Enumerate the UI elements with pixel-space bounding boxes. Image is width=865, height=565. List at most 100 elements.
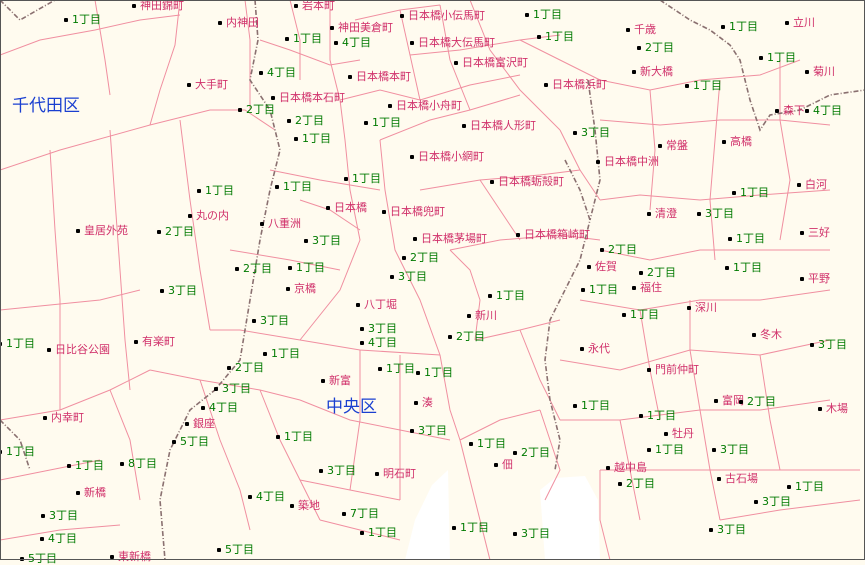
location-marker (785, 21, 789, 25)
location-marker (134, 340, 138, 344)
location-marker (321, 379, 325, 383)
town-label: 千歳 (634, 23, 656, 36)
chome-label: 3丁目 (327, 464, 356, 477)
chome-label: 1丁目 (647, 409, 676, 422)
location-marker (410, 429, 414, 433)
chome-label: 1丁目 (630, 308, 659, 321)
location-marker (800, 277, 804, 281)
chome-label: 4丁目 (342, 36, 371, 49)
chome-label: 3丁目 (720, 443, 749, 456)
location-marker (360, 327, 364, 331)
chome-label: 2丁目 (456, 330, 485, 343)
chome-label: 2丁目 (626, 477, 655, 490)
location-marker (606, 466, 610, 470)
town-label: 日本橋兜町 (390, 205, 445, 218)
location-marker (294, 4, 298, 8)
location-marker (388, 104, 392, 108)
chome-label: 3丁目 (260, 314, 289, 327)
chome-label: 1丁目 (352, 172, 381, 185)
location-marker (76, 491, 80, 495)
chome-label: 2丁目 (647, 266, 676, 279)
town-label: 日本橋大伝馬町 (418, 36, 495, 49)
location-marker (581, 288, 585, 292)
location-marker (805, 70, 809, 74)
location-marker (797, 183, 801, 187)
town-label: 日本橋小舟町 (396, 99, 462, 112)
location-marker (516, 233, 520, 237)
chome-label: 2丁目 (410, 251, 439, 264)
location-marker (172, 440, 176, 444)
town-label: 門前仲町 (655, 363, 699, 376)
location-marker (647, 448, 651, 452)
chome-label: 3丁目 (398, 270, 427, 283)
town-label: 日本橋小網町 (418, 150, 484, 163)
location-marker (805, 109, 809, 113)
location-marker (685, 84, 689, 88)
chome-label: 1丁目 (368, 526, 397, 539)
location-marker (632, 286, 636, 290)
chome-label: 1丁目 (795, 480, 824, 493)
location-marker (41, 514, 45, 518)
chome-label: 3丁目 (312, 234, 341, 247)
chome-label: 2丁目 (747, 395, 776, 408)
town-label: 日本橋本石町 (279, 91, 345, 104)
chome-label: 3丁目 (418, 424, 447, 437)
location-marker (76, 229, 80, 233)
town-label: 新橋 (84, 486, 106, 499)
location-marker (525, 13, 529, 17)
town-label: 佐賀 (595, 260, 617, 273)
chome-label: 4丁目 (48, 532, 77, 545)
location-marker (413, 237, 417, 241)
town-label: 永代 (588, 342, 610, 355)
chome-label: 3丁目 (222, 382, 251, 395)
location-marker (759, 56, 763, 60)
location-marker (400, 14, 404, 18)
town-label: 有楽町 (142, 335, 175, 348)
location-marker (263, 352, 267, 356)
town-label: 日本橋富沢町 (462, 56, 528, 69)
town-label: 冬木 (760, 328, 782, 341)
town-label: 東新橋 (118, 550, 151, 563)
town-label: 日本橋茅場町 (421, 232, 487, 245)
town-label: 平野 (808, 272, 830, 285)
chome-label: 1丁目 (72, 13, 101, 26)
location-marker (188, 214, 192, 218)
chome-label: 1丁目 (736, 232, 765, 245)
location-marker (132, 4, 136, 8)
location-marker (259, 71, 263, 75)
town-label: 皇居外苑 (84, 224, 128, 237)
location-marker (725, 266, 729, 270)
town-label: 京橋 (294, 282, 316, 295)
location-marker (248, 495, 252, 499)
chome-label: 2丁目 (235, 361, 264, 374)
location-marker (618, 482, 622, 486)
location-marker (110, 555, 114, 559)
chome-label: 2丁目 (295, 114, 324, 127)
town-label: 神田錦町 (140, 0, 184, 12)
location-marker (709, 528, 713, 532)
town-label: 木場 (826, 402, 848, 415)
location-marker (67, 464, 71, 468)
town-label: 新川 (475, 309, 497, 322)
chome-label: 3丁目 (818, 338, 847, 351)
chome-label: 1丁目 (75, 459, 104, 472)
location-marker (290, 504, 294, 508)
location-marker (218, 21, 222, 25)
chome-label: 1丁目 (386, 362, 415, 375)
town-label: 銀座 (193, 417, 215, 430)
ward-label: 中央区 (326, 397, 377, 417)
location-marker (647, 368, 651, 372)
chome-label: 1丁目 (693, 79, 722, 92)
chome-label: 3丁目 (168, 284, 197, 297)
location-marker (454, 61, 458, 65)
chome-label: 3丁目 (581, 126, 610, 139)
location-marker (600, 248, 604, 252)
location-marker (410, 41, 414, 45)
town-label: 丸の内 (196, 209, 229, 222)
town-label: 高橋 (730, 135, 752, 148)
town-label: 越中島 (614, 461, 647, 474)
location-marker (697, 212, 701, 216)
location-marker (304, 239, 308, 243)
town-label: 内幸町 (51, 411, 84, 424)
town-label: 日本橋本町 (356, 70, 411, 83)
